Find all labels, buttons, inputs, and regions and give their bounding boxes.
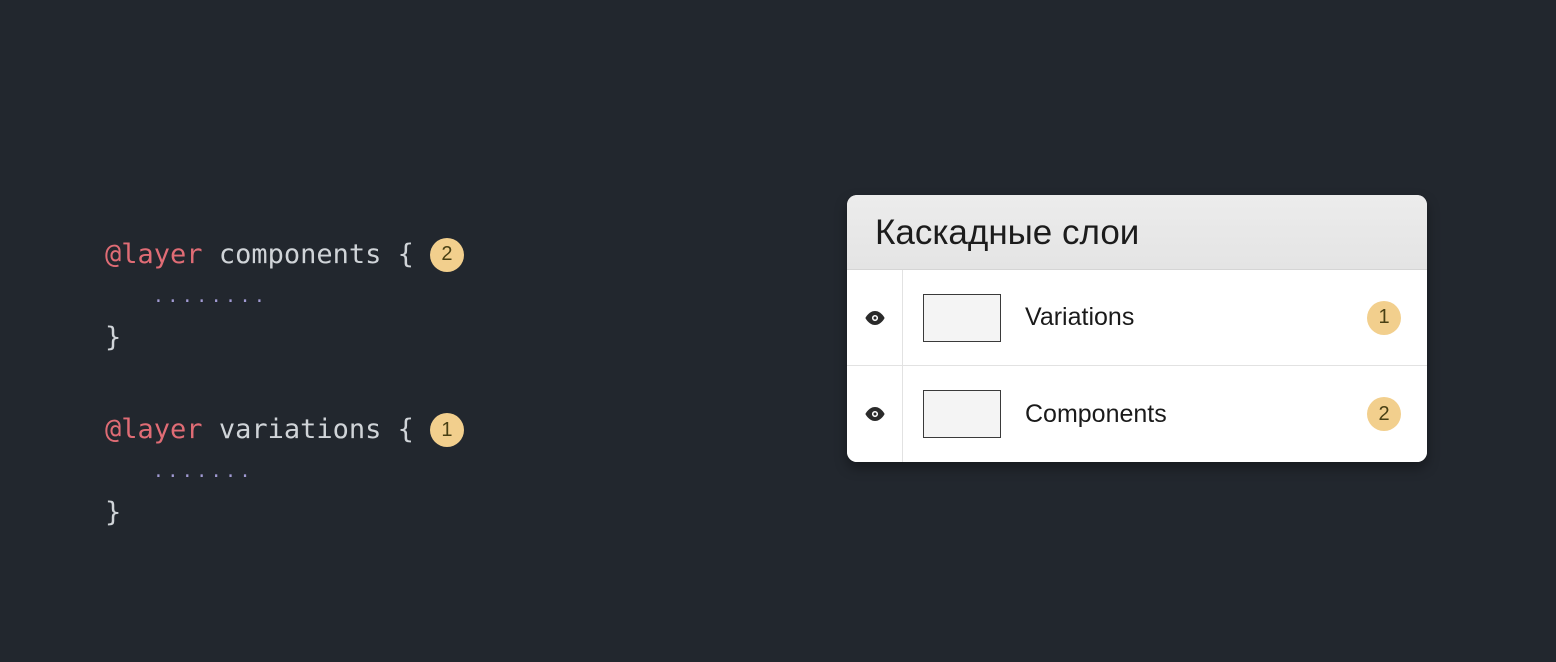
layer-label: Components [1025,400,1367,429]
brace-open: { [398,230,414,280]
code-line-layer-components: @layer components { 2 [105,230,464,280]
code-line-layer-variations: @layer variations { 1 [105,405,464,455]
annotation-badge-2: 2 [1367,397,1401,431]
layer-name: components [219,230,382,280]
brace-close: } [105,488,464,538]
layer-row-components[interactable]: Components 2 [847,366,1427,462]
layer-thumbnail [923,390,1001,438]
panel-title: Каскадные слои [847,195,1427,270]
keyword: @layer [105,405,203,455]
eye-icon [864,311,886,325]
eye-icon [864,407,886,421]
annotation-badge-1: 1 [430,413,464,447]
visibility-toggle[interactable] [847,270,903,365]
layer-label: Variations [1025,303,1367,332]
annotation-badge-2: 2 [430,238,464,272]
annotation-badge-1: 1 [1367,301,1401,335]
layer-name: variations [219,405,382,455]
code-snippet: @layer components { 2 ........ } @layer … [105,230,464,538]
layers-panel: Каскадные слои Variations 1 Components 2 [847,195,1427,462]
visibility-toggle[interactable] [847,366,903,462]
code-placeholder-dots: ....... [105,455,464,488]
layer-thumbnail [923,294,1001,342]
code-placeholder-dots: ........ [105,280,464,313]
keyword: @layer [105,230,203,280]
brace-close: } [105,313,464,363]
brace-open: { [398,405,414,455]
layer-row-variations[interactable]: Variations 1 [847,270,1427,366]
